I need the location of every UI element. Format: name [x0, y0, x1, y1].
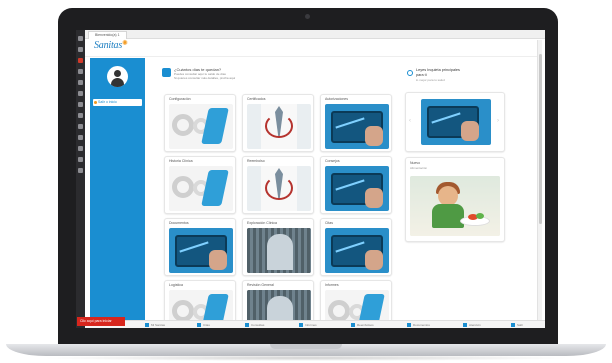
tile-title: Revisión General [247, 283, 274, 287]
tile-title: Certificados [247, 97, 266, 101]
taskbar-item[interactable]: Consultas [245, 322, 264, 328]
taskbar-item-icon [351, 323, 355, 328]
tablet-image [325, 228, 389, 273]
gear-image [169, 104, 233, 149]
service-tile[interactable]: Citas [320, 218, 392, 276]
app-icon[interactable] [78, 58, 83, 63]
tablet-image [325, 166, 389, 211]
info-icon [407, 70, 413, 76]
doctor-image [247, 166, 311, 211]
tile-title: Reembolso [247, 159, 265, 163]
news-tag: Nuevo [410, 161, 421, 165]
help-line-2[interactable]: Si quieres consultar más detalles, pinch… [174, 76, 235, 80]
service-tile[interactable]: Reembolso [242, 156, 314, 214]
app-icon[interactable] [78, 113, 83, 118]
promo-title-line2: para ti [416, 73, 427, 77]
tile-title: Configuración [169, 97, 191, 101]
user-avatar-icon[interactable] [107, 66, 128, 87]
service-tile[interactable]: Historia Clínica [164, 156, 236, 214]
service-tile[interactable]: Consejos [320, 156, 392, 214]
avatar-body [111, 78, 124, 87]
sidebar-item-home[interactable]: Salir o inicio [93, 99, 142, 106]
taskbar-item-icon [511, 323, 515, 328]
promo-title: Leyes Inquieta principales [416, 68, 460, 72]
taskbar-item[interactable]: Documentos [407, 322, 430, 328]
tile-title: Citas [325, 221, 333, 225]
os-start-button[interactable]: Clic aquí para iniciar [77, 317, 125, 326]
ecg-image [247, 228, 311, 273]
os-side-strip [76, 30, 85, 328]
service-tile[interactable]: Autorizaciones [320, 94, 392, 152]
service-tile[interactable]: Documentos [164, 218, 236, 276]
taskbar-item-icon [145, 323, 149, 328]
service-tile[interactable]: Exploración Clínica [242, 218, 314, 276]
app-icon[interactable] [78, 135, 83, 140]
news-card[interactable]: Nuevo Alimentación [405, 157, 505, 242]
app-icon[interactable] [78, 146, 83, 151]
app-icon[interactable] [78, 102, 83, 107]
service-tile[interactable]: Certificados [242, 94, 314, 152]
sidebar: Salir o inicio [90, 58, 145, 320]
taskbar-item[interactable]: Citas [197, 322, 210, 328]
chevron-left-icon[interactable]: ‹ [409, 117, 414, 125]
app-icon[interactable] [78, 36, 83, 41]
header-divider [85, 56, 537, 57]
tile-title: Informes [325, 283, 339, 287]
doctor-image [247, 104, 311, 149]
tablet-image [325, 104, 389, 149]
browser-tab-bar: Bienvenido(a) 1 [85, 30, 545, 39]
brand-logo[interactable]: Sanitas [94, 40, 122, 51]
tablet-image [421, 99, 491, 145]
gear-image [169, 166, 233, 211]
laptop-screen: Bienvenido(a) 1 Sanitas ✺ Salir o inicio… [76, 30, 545, 328]
taskbar-item[interactable]: Atención [463, 322, 481, 328]
taskbar-item[interactable]: Reembolsos [351, 322, 374, 328]
chevron-right-icon[interactable]: › [497, 117, 502, 125]
tile-title: Consejos [325, 159, 340, 163]
taskbar-item-icon [197, 323, 201, 328]
avatar-head [114, 70, 121, 77]
tile-title: Historia Clínica [169, 159, 193, 163]
taskbar-item[interactable]: Mi Sanitas [145, 322, 165, 328]
tile-title: Autorizaciones [325, 97, 348, 101]
taskbar-item-icon [299, 323, 303, 328]
promo-subtitle: lo mejor para tu salud [416, 78, 445, 82]
tile-title: Logística [169, 283, 184, 287]
taskbar-item-icon [407, 323, 411, 328]
tablet-image [169, 228, 233, 273]
child-eating-image [410, 176, 500, 236]
news-subtitle: Alimentación [410, 166, 428, 170]
page-scrollbar[interactable] [537, 40, 542, 320]
app-icon[interactable] [78, 157, 83, 162]
promo-carousel[interactable]: ‹ › [405, 92, 505, 152]
app-icon[interactable] [78, 168, 83, 173]
taskbar-item-icon [463, 323, 467, 328]
webcam-icon [305, 14, 310, 19]
app-icon[interactable] [78, 80, 83, 85]
stage: Bienvenido(a) 1 Sanitas ✺ Salir o inicio… [0, 0, 612, 363]
tile-title: Exploración Clínica [247, 221, 277, 225]
app-icon[interactable] [78, 69, 83, 74]
browser-tab[interactable]: Bienvenido(a) 1 [88, 31, 127, 39]
app-icon[interactable] [78, 124, 83, 129]
app-icon[interactable] [78, 47, 83, 52]
sidebar-item-label: Salir o inicio [98, 100, 117, 104]
app-icon[interactable] [78, 91, 83, 96]
scrollbar-thumb[interactable] [539, 54, 542, 224]
taskbar-item[interactable]: Informes [299, 322, 317, 328]
taskbar-item-icon [245, 323, 249, 328]
laptop-notch [270, 344, 342, 349]
home-dot-icon [94, 101, 97, 104]
taskbar-item[interactable]: Salir [511, 322, 523, 328]
folder-icon [162, 68, 171, 77]
service-tile[interactable]: Configuración [164, 94, 236, 152]
bottom-taskbar: Mi Sanitas Citas Consultas Informes Reem… [85, 320, 545, 328]
brand-leaf-icon: ✺ [122, 40, 128, 47]
services-grid: Configuración Certificados Autorizacione… [164, 94, 392, 328]
tile-title: Documentos [169, 221, 189, 225]
